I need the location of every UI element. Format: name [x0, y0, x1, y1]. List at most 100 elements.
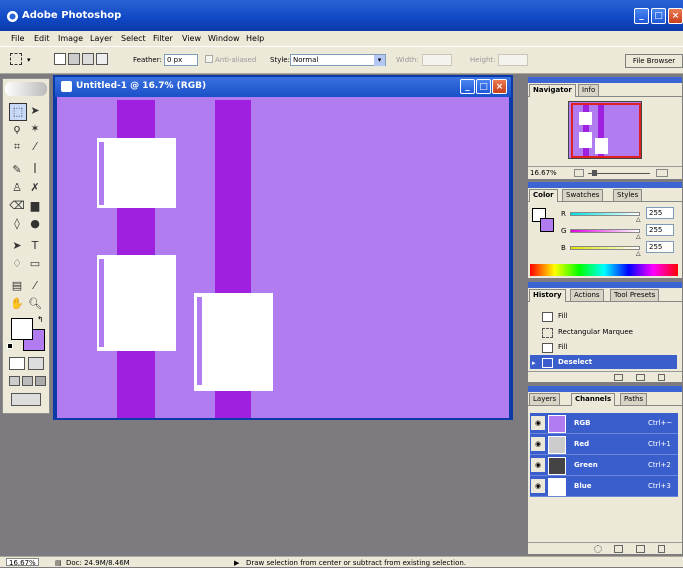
minimize-button[interactable]: _	[634, 8, 649, 24]
foreground-color-front[interactable]	[11, 318, 33, 340]
lasso-tool-icon[interactable]: ϙ	[9, 121, 25, 137]
channel-row-green[interactable]: ◉ Green Ctrl+2	[530, 455, 678, 476]
menu-help[interactable]: Help	[246, 34, 264, 43]
doc-minimize-button[interactable]: _	[460, 79, 475, 94]
menu-filter[interactable]: Filter	[153, 34, 173, 43]
navigator-thumbnail[interactable]	[568, 101, 642, 159]
panel-grip[interactable]	[528, 386, 682, 392]
dodge-tool-icon[interactable]: ●	[27, 216, 43, 232]
menu-image[interactable]: Image	[58, 34, 83, 43]
panel-grip[interactable]	[528, 77, 682, 83]
history-item[interactable]: Fill	[530, 340, 677, 354]
healing-brush-tool-icon[interactable]: ✎	[9, 162, 25, 178]
menu-select[interactable]: Select	[121, 34, 146, 43]
magic-wand-tool-icon[interactable]: ✶	[27, 121, 43, 137]
menu-file[interactable]: File	[11, 34, 24, 43]
panel-grip[interactable]	[528, 182, 682, 188]
new-channel-icon[interactable]	[636, 545, 645, 553]
color-ramp[interactable]	[530, 264, 678, 276]
hand-tool-icon[interactable]: ✋	[9, 296, 25, 312]
tab-styles[interactable]: Styles	[613, 189, 643, 201]
standard-mode-icon[interactable]	[9, 357, 25, 370]
notes-tool-icon[interactable]: ▤	[9, 278, 25, 294]
style-select[interactable]: Normal ▾	[290, 54, 386, 66]
antialiased-checkbox[interactable]	[205, 55, 213, 63]
screen-mode-2-icon[interactable]	[22, 376, 33, 386]
document-title-bar[interactable]: Untitled-1 @ 16.7% (RGB) _ □ ×	[55, 77, 511, 97]
blue-value-input[interactable]: 255	[646, 241, 674, 253]
height-input[interactable]	[498, 54, 528, 66]
feather-input[interactable]: 0 px	[164, 54, 198, 66]
slider-handle-icon[interactable]: △	[636, 216, 641, 223]
channel-row-blue[interactable]: ◉ Blue Ctrl+3	[530, 476, 678, 497]
eyedropper-tool-icon[interactable]: ⁄	[27, 278, 43, 294]
zoom-out-icon[interactable]	[574, 169, 584, 177]
doc-maximize-button[interactable]: □	[476, 79, 491, 94]
history-item[interactable]: Fill	[530, 309, 677, 323]
blur-tool-icon[interactable]: ◊	[9, 216, 25, 232]
toolbox-header-icon[interactable]	[5, 82, 47, 96]
clone-stamp-tool-icon[interactable]: ♙	[9, 180, 25, 196]
slider-handle-icon[interactable]: △	[636, 250, 641, 257]
zoom-tool-icon[interactable]: 🔍︎	[27, 296, 43, 312]
zoom-in-icon[interactable]	[656, 169, 668, 177]
width-input[interactable]	[422, 54, 452, 66]
red-slider[interactable]	[570, 212, 640, 216]
close-button[interactable]: ×	[668, 8, 683, 24]
trash-icon[interactable]	[658, 374, 665, 381]
new-document-icon[interactable]	[614, 374, 623, 381]
status-zoom[interactable]: 16.67%	[6, 558, 39, 567]
tab-channels[interactable]: Channels	[571, 393, 616, 406]
pen-tool-icon[interactable]: ♢	[9, 256, 25, 272]
history-brush-tool-icon[interactable]: ✗	[27, 180, 43, 196]
doc-close-button[interactable]: ×	[492, 79, 507, 94]
subtract-selection-icon[interactable]	[82, 53, 94, 65]
visibility-eye-icon[interactable]: ◉	[531, 416, 545, 430]
swap-colors-icon[interactable]: ↰	[37, 315, 44, 324]
tab-info[interactable]: Info	[578, 84, 600, 96]
style-dropdown-icon[interactable]: ▾	[374, 55, 385, 66]
menu-view[interactable]: View	[182, 34, 201, 43]
type-tool-icon[interactable]: T	[27, 238, 43, 254]
red-value-input[interactable]: 255	[646, 207, 674, 219]
visibility-eye-icon[interactable]: ◉	[531, 458, 545, 472]
jump-to-imageready-icon[interactable]	[11, 393, 41, 406]
preset-dropdown-icon[interactable]: ▾	[27, 56, 31, 64]
blue-slider[interactable]	[570, 246, 640, 250]
tab-paths[interactable]: Paths	[620, 393, 648, 405]
menu-edit[interactable]: Edit	[34, 34, 50, 43]
tab-tool-presets[interactable]: Tool Presets	[610, 289, 660, 301]
marquee-preset-icon[interactable]	[10, 53, 22, 65]
zoom-slider[interactable]	[588, 173, 650, 174]
canvas[interactable]	[57, 97, 509, 418]
menu-window[interactable]: Window	[208, 34, 240, 43]
move-tool-icon[interactable]: ➤	[27, 103, 43, 119]
menu-layer[interactable]: Layer	[90, 34, 112, 43]
maximize-button[interactable]: □	[651, 8, 666, 24]
add-selection-icon[interactable]	[68, 53, 80, 65]
intersect-selection-icon[interactable]	[96, 53, 108, 65]
tab-history[interactable]: History	[529, 289, 566, 302]
snapshot-icon[interactable]	[636, 374, 645, 381]
tab-swatches[interactable]: Swatches	[562, 189, 604, 201]
save-selection-icon[interactable]	[614, 545, 623, 553]
view-box[interactable]	[571, 103, 641, 158]
crop-tool-icon[interactable]: ⌗	[9, 139, 25, 155]
channel-row-rgb[interactable]: ◉ RGB Ctrl+~	[530, 413, 678, 434]
path-selection-tool-icon[interactable]: ➤	[9, 238, 25, 254]
navigator-zoom-value[interactable]: 16.67%	[530, 169, 557, 177]
green-value-input[interactable]: 255	[646, 224, 674, 236]
history-item[interactable]: Rectangular Marquee	[530, 325, 677, 339]
visibility-eye-icon[interactable]: ◉	[531, 479, 545, 493]
trash-icon[interactable]	[658, 545, 665, 553]
tab-layers[interactable]: Layers	[529, 393, 561, 405]
visibility-eye-icon[interactable]: ◉	[531, 437, 545, 451]
gradient-tool-icon[interactable]: ▆	[27, 198, 43, 214]
color-bg-swatch[interactable]	[540, 218, 554, 232]
brush-tool-icon[interactable]: ꟾ	[27, 162, 43, 178]
green-slider[interactable]	[570, 229, 640, 233]
tab-navigator[interactable]: Navigator	[529, 84, 576, 97]
slice-tool-icon[interactable]: ⁄	[27, 139, 43, 155]
history-item-selected[interactable]: ▸ Deselect	[530, 355, 677, 369]
default-colors-icon[interactable]	[7, 343, 13, 349]
